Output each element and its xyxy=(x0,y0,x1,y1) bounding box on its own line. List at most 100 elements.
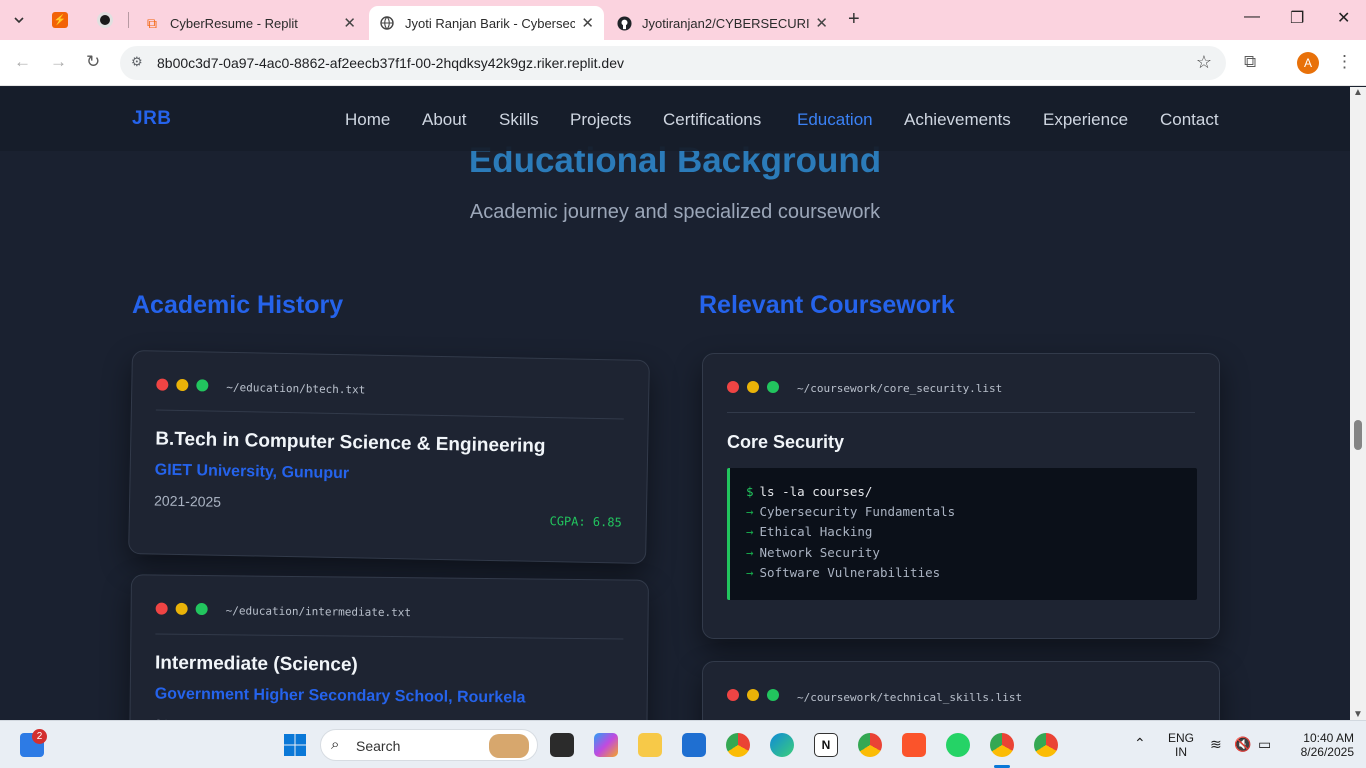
study-years: 2021-2025 xyxy=(153,492,222,510)
browser-tab-replit[interactable]: ⧉ CyberResume - Replit ✕ xyxy=(134,6,366,40)
address-bar[interactable]: ⚙ 8b00c3d7-0a97-4ac0-8862-af2eecb37f1f-0… xyxy=(120,46,1226,80)
course-name: Software Vulnerabilities xyxy=(759,564,941,580)
section-subtitle: Academic journey and specialized coursew… xyxy=(469,201,881,223)
scroll-down-icon[interactable]: ▼ xyxy=(1353,709,1363,720)
close-tab-icon[interactable]: ✕ xyxy=(581,14,594,32)
browser-tab-github[interactable]: Jyotiranjan2/CYBERSECURITY-P ✕ xyxy=(606,6,838,40)
close-tab-icon[interactable]: ✕ xyxy=(815,14,828,32)
search-highlight-image xyxy=(489,734,529,758)
coursework-heading: Relevant Coursework xyxy=(699,291,955,319)
course-name: Cybersecurity Fundamentals xyxy=(759,504,956,520)
extensions-icon[interactable]: ⧉ xyxy=(1244,52,1256,72)
close-window-button[interactable]: ✕ xyxy=(1337,8,1350,28)
yellow-dot-icon xyxy=(175,602,188,615)
scroll-up-icon[interactable]: ▲ xyxy=(1353,87,1363,98)
coursework-card: ~/coursework/technical_skills.list xyxy=(702,661,1220,720)
course-item: → Ethical Hacking xyxy=(746,524,1197,544)
nav-contact[interactable]: Contact xyxy=(1160,110,1219,130)
file-explorer-icon[interactable] xyxy=(638,733,662,757)
taskbar-search-box[interactable]: ⌕ Search xyxy=(320,729,538,761)
globe-icon xyxy=(379,15,395,31)
coursework-card: ~/coursework/core_security.list Core Sec… xyxy=(702,353,1220,639)
nav-skills[interactable]: Skills xyxy=(499,110,539,130)
file-path: ~/coursework/technical_skills.list xyxy=(797,691,1023,704)
restore-button[interactable]: ❐ xyxy=(1290,8,1304,28)
degree-title: B.Tech in Computer Science & Engineering xyxy=(155,428,546,458)
minimize-button[interactable]: — xyxy=(1244,8,1260,26)
education-card: ~/education/intermediate.txt Intermediat… xyxy=(129,574,649,720)
prompt-symbol: $ xyxy=(746,484,754,499)
red-dot-icon xyxy=(155,602,168,615)
search-label: Search xyxy=(356,738,401,754)
replit-icon: ⧉ xyxy=(147,14,157,31)
red-dot-icon xyxy=(727,689,739,701)
divider xyxy=(727,412,1195,413)
reload-button[interactable]: ↻ xyxy=(86,52,100,72)
whatsapp-icon[interactable] xyxy=(946,733,970,757)
task-view-icon[interactable] xyxy=(550,733,574,757)
microsoft-store-icon[interactable] xyxy=(682,733,706,757)
site-navbar: JRB Home About Skills Projects Certifica… xyxy=(0,87,1350,151)
course-item: → Network Security xyxy=(746,545,1197,565)
show-hidden-icons[interactable]: ⌃ xyxy=(1134,735,1146,752)
chrome-profile-icon[interactable] xyxy=(858,733,882,757)
windows-start-icon[interactable] xyxy=(283,733,307,757)
nav-experience[interactable]: Experience xyxy=(1043,110,1128,130)
date-text: 8/26/2025 xyxy=(1300,745,1354,759)
browser-tab-portfolio[interactable]: Jyoti Ranjan Barik - Cybersecuri ✕ xyxy=(369,6,604,40)
speaker-muted-icon[interactable]: 🔇 xyxy=(1234,736,1251,753)
divider xyxy=(155,633,624,640)
terminal-block: $ ls -la courses/ → Cybersecurity Fundamen… xyxy=(727,468,1197,600)
copilot-icon[interactable] xyxy=(594,733,618,757)
education-card: ~/education/btech.txt B.Tech in Computer… xyxy=(128,350,650,564)
course-item: → Software Vulnerabilities xyxy=(746,565,1197,585)
chrome-icon[interactable] xyxy=(726,733,750,757)
chrome-second-profile-icon[interactable] xyxy=(1034,733,1058,757)
battery-icon[interactable]: ▭ xyxy=(1258,736,1271,753)
yellow-dot-icon xyxy=(747,381,759,393)
notification-badge: 2 xyxy=(32,729,47,744)
file-path: ~/coursework/core_security.list xyxy=(797,382,1003,395)
browser-menu-icon[interactable]: ⋮ xyxy=(1336,52,1353,72)
tab-search-button[interactable] xyxy=(8,9,30,31)
back-button[interactable]: ← xyxy=(14,52,31,72)
profile-avatar[interactable]: A xyxy=(1297,52,1319,74)
arrow-icon: → xyxy=(746,544,754,560)
nav-certifications[interactable]: Certifications xyxy=(663,110,761,130)
bookmark-star-icon[interactable]: ☆ xyxy=(1196,52,1212,73)
file-path: ~/education/btech.txt xyxy=(226,380,366,397)
wifi-icon[interactable]: ≋ xyxy=(1210,736,1222,753)
nav-home[interactable]: Home xyxy=(345,110,390,130)
site-logo[interactable]: JRB xyxy=(132,108,172,130)
file-path: ~/education/intermediate.txt xyxy=(225,604,412,620)
cgpa-value: CGPA: 6.85 xyxy=(549,514,622,530)
nav-education[interactable]: Education xyxy=(797,110,873,130)
brave-icon[interactable] xyxy=(902,733,926,757)
clock[interactable]: 10:40 AM 8/26/2025 xyxy=(1286,731,1354,759)
github-icon xyxy=(616,15,632,31)
edge-icon[interactable] xyxy=(770,733,794,757)
scrollbar-thumb[interactable] xyxy=(1354,420,1362,450)
url-text[interactable]: 8b00c3d7-0a97-4ac0-8862-af2eecb37f1f-00-… xyxy=(157,55,624,71)
language-indicator[interactable]: ENG IN xyxy=(1164,731,1198,759)
notion-icon[interactable]: N xyxy=(814,733,838,757)
language-code: ENG xyxy=(1167,731,1194,745)
site-info-icon[interactable]: ⚙ xyxy=(131,54,143,70)
pinned-tab-replit[interactable]: ⚡ xyxy=(49,9,71,31)
course-item: → Cybersecurity Fundamentals xyxy=(746,504,1197,524)
green-dot-icon xyxy=(767,689,779,701)
pinned-tab-app[interactable] xyxy=(94,9,116,31)
nav-projects[interactable]: Projects xyxy=(570,110,631,130)
close-tab-icon[interactable]: ✕ xyxy=(343,14,356,32)
new-tab-button[interactable]: + xyxy=(848,8,860,31)
arrow-icon: → xyxy=(746,564,754,580)
browser-toolbar: ← → ↻ ⚙ 8b00c3d7-0a97-4ac0-8862-af2eecb3… xyxy=(0,40,1366,86)
page-scrollbar[interactable]: ▲ ▼ xyxy=(1350,87,1366,720)
nav-about[interactable]: About xyxy=(422,110,466,130)
forward-button[interactable]: → xyxy=(50,52,67,72)
green-dot-icon xyxy=(195,602,208,616)
browser-tab-strip: ⚡ ⧉ CyberResume - Replit ✕ Jyoti Ranjan … xyxy=(0,0,1366,40)
chrome-active-icon[interactable] xyxy=(990,733,1014,757)
arrow-icon: → xyxy=(746,504,754,520)
nav-achievements[interactable]: Achievements xyxy=(904,110,1011,130)
